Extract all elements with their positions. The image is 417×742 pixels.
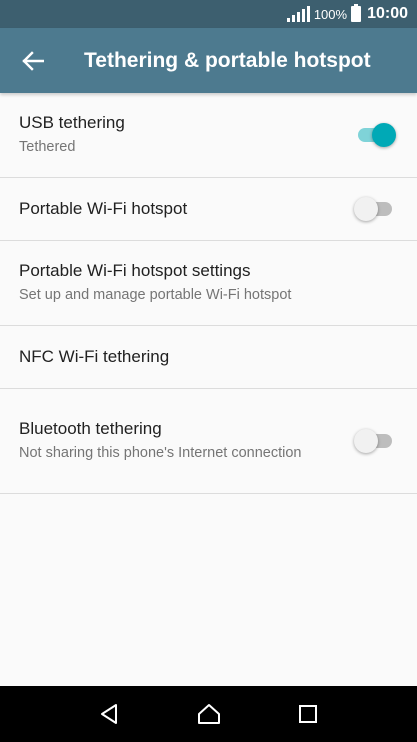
triangle-back-icon (100, 704, 117, 724)
setting-title: USB tethering (19, 113, 125, 132)
bluetooth-tethering-toggle[interactable] (354, 429, 394, 453)
toggle-thumb (372, 123, 396, 147)
home-icon (197, 704, 220, 724)
setting-usb-tethering[interactable]: USB tethering Tethered (0, 93, 417, 178)
setting-title: Portable Wi-Fi hotspot (19, 199, 188, 218)
app-bar: Tethering & portable hotspot (0, 28, 417, 93)
battery-icon (351, 4, 362, 22)
page-title: Tethering & portable hotspot (84, 48, 371, 72)
battery-percent: 100% (313, 6, 348, 22)
setting-title: NFC Wi-Fi tethering (19, 347, 170, 366)
square-recents-icon (298, 705, 317, 723)
nav-home-button[interactable] (185, 690, 233, 738)
back-button[interactable] (9, 37, 57, 85)
setting-portable-wifi-hotspot[interactable]: Portable Wi-Fi hotspot (0, 178, 417, 241)
signal-icon (286, 6, 310, 22)
arrow-left-icon (22, 50, 44, 71)
setting-bluetooth-tethering[interactable]: Bluetooth tethering Not sharing this pho… (0, 389, 417, 494)
setting-nfc-wifi-tethering[interactable]: NFC Wi-Fi tethering (0, 326, 417, 389)
clock: 10:00 (367, 5, 408, 22)
nav-back-button[interactable] (86, 690, 134, 738)
usb-tethering-toggle[interactable] (356, 123, 396, 147)
setting-hotspot-settings[interactable]: Portable Wi-Fi hotspot settings Set up a… (0, 241, 417, 326)
toggle-thumb (354, 197, 378, 221)
status-bar: 100% 10:00 (0, 0, 417, 28)
navigation-bar (0, 686, 417, 742)
nav-recents-button[interactable] (284, 690, 332, 738)
wifi-hotspot-toggle[interactable] (354, 197, 394, 221)
setting-subtitle: Set up and manage portable Wi-Fi hotspot (19, 287, 292, 303)
setting-subtitle: Not sharing this phone's Internet connec… (19, 445, 302, 461)
settings-list: USB tethering Tethered Portable Wi-Fi ho… (0, 93, 417, 494)
toggle-thumb (354, 429, 378, 453)
setting-title: Bluetooth tethering (19, 419, 162, 438)
setting-text: Bluetooth tethering Not sharing this pho… (19, 419, 319, 463)
setting-title: Portable Wi-Fi hotspot settings (19, 261, 251, 280)
setting-subtitle: Tethered (19, 139, 76, 155)
